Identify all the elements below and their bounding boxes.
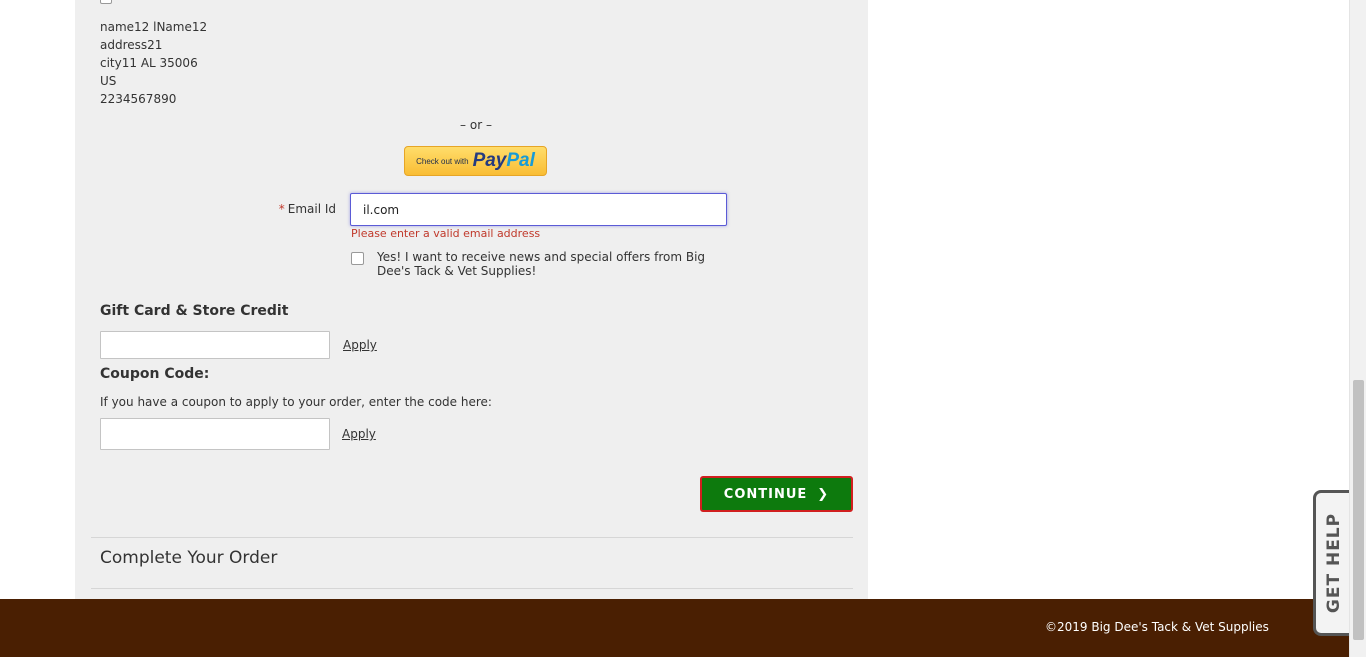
section-divider xyxy=(91,537,853,538)
newsletter-checkbox[interactable] xyxy=(351,252,364,265)
chevron-right-icon: ❯ xyxy=(817,486,830,502)
continue-label: CONTINUE xyxy=(723,486,808,502)
email-label-text: Email Id xyxy=(287,202,336,216)
get-help-tab[interactable]: GET HELP xyxy=(1313,490,1353,636)
paypal-checkout-button[interactable]: Check out with Pay Pal xyxy=(404,146,547,176)
address-name: name12 lName12 xyxy=(100,20,208,34)
gift-card-apply-link[interactable]: Apply xyxy=(343,338,377,352)
or-divider-text: – or – xyxy=(460,118,492,132)
newsletter-label: Yes! I want to receive news and special … xyxy=(377,250,706,278)
coupon-help-text: If you have a coupon to apply to your or… xyxy=(100,395,492,409)
address-country: US xyxy=(100,74,117,88)
coupon-title: Coupon Code: xyxy=(100,366,210,382)
address-city-state-zip: city11 AL 35006 xyxy=(100,56,198,70)
gift-card-title: Gift Card & Store Credit xyxy=(100,303,289,319)
page-scrollbar[interactable] xyxy=(1349,0,1366,657)
coupon-apply-link[interactable]: Apply xyxy=(342,427,376,441)
paypal-prefix-text: Check out with xyxy=(416,156,469,166)
address-phone: 2234567890 xyxy=(100,92,177,106)
email-error-message: Please enter a valid email address xyxy=(351,227,541,240)
continue-button[interactable]: CONTINUE ❯ xyxy=(700,476,853,512)
email-input[interactable] xyxy=(350,193,727,226)
shipping-address-block: name12 lName12 address21 city11 AL 35006… xyxy=(100,18,207,108)
get-help-label: GET HELP xyxy=(1324,512,1345,614)
section-divider-bottom xyxy=(91,588,853,589)
scrollbar-thumb[interactable] xyxy=(1353,380,1364,640)
address-street: address21 xyxy=(100,38,163,52)
paypal-logo-pay: Pay xyxy=(472,150,507,171)
footer: ©2019 Big Dee's Tack & Vet Supplies xyxy=(0,599,1366,657)
paypal-logo-pal: Pal xyxy=(506,150,535,171)
gift-card-input[interactable] xyxy=(100,331,330,359)
required-marker: * xyxy=(278,202,285,216)
complete-order-title: Complete Your Order xyxy=(100,548,278,568)
same-as-shipping-checkbox[interactable] xyxy=(100,0,112,4)
footer-copyright: ©2019 Big Dee's Tack & Vet Supplies xyxy=(1045,620,1269,634)
email-label: * Email Id xyxy=(260,202,336,216)
coupon-input[interactable] xyxy=(100,418,330,450)
